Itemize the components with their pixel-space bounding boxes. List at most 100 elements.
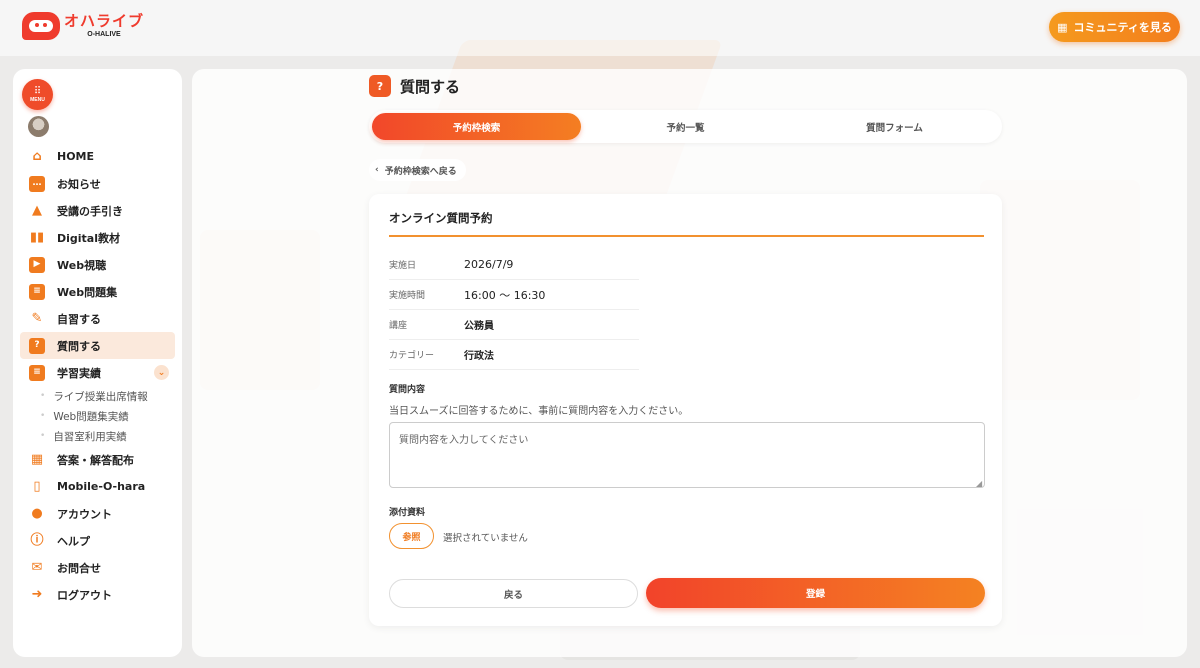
- back-button[interactable]: 戻る: [389, 579, 638, 608]
- user-icon: ●: [31, 506, 43, 521]
- mail-icon: ✉: [31, 560, 43, 575]
- graduation-cap-icon: ▲: [32, 203, 42, 218]
- page-header: ? 質問する: [369, 75, 460, 97]
- sidebar-item-web-problems[interactable]: ≡ Web問題集: [20, 278, 175, 305]
- sidebar-item-label: 質問する: [57, 339, 101, 353]
- resize-handle-icon[interactable]: ◢: [976, 479, 982, 488]
- learning-record-submenu: ライブ授業出席情報 Web問題集実績 自習室利用実績: [20, 386, 175, 446]
- sidebar-item-label: 自習する: [57, 312, 101, 326]
- info-icon: ⓘ: [30, 533, 44, 548]
- logout-icon: ➜: [31, 587, 43, 602]
- chat-bubble-icon: …: [29, 175, 45, 192]
- browse-file-button[interactable]: 参照: [389, 523, 434, 549]
- info-label: 実施日: [389, 261, 417, 271]
- sidebar-item-ask-question[interactable]: ? 質問する: [20, 332, 175, 359]
- reservation-card: オンライン質問予約 実施日 2026/7/9 実施時間 16:00 ～ 16:3…: [369, 194, 1002, 626]
- sidebar-item-digital-materials[interactable]: ▮▮ Digital教材: [20, 224, 175, 251]
- tab-bar: 予約枠検索 予約一覧 質問フォーム: [369, 110, 1002, 143]
- community-button-label: コミュニティを見る: [1073, 21, 1172, 34]
- info-label: カテゴリー: [389, 351, 435, 361]
- grid-icon: ▦: [30, 452, 44, 467]
- menu-button[interactable]: ⠿ MENU: [22, 79, 53, 110]
- tab-question-form[interactable]: 質問フォーム: [790, 113, 999, 140]
- sidebar-item-news[interactable]: … お知らせ: [20, 170, 175, 197]
- sidebar-item-label: 受講の手引き: [57, 204, 123, 218]
- sidebar-item-label: お問合せ: [57, 561, 101, 575]
- submit-button[interactable]: 登録: [646, 578, 985, 608]
- back-link-label: 予約枠検索へ戻る: [384, 166, 457, 177]
- sidebar-item-account[interactable]: ● アカウント: [20, 500, 175, 527]
- info-row-date: 実施日 2026/7/9: [389, 250, 639, 280]
- logo[interactable]: オハライブ O-HALIVE: [22, 12, 144, 40]
- sidebar-item-learning-record[interactable]: ≡ 学習実績 ⌄: [20, 359, 175, 386]
- info-label: 講座: [389, 321, 408, 331]
- question-textarea[interactable]: [389, 422, 985, 488]
- tab-slot-search[interactable]: 予約枠検索: [372, 113, 581, 140]
- smartphone-icon: ▯: [33, 479, 41, 494]
- tab-reservation-list[interactable]: 予約一覧: [581, 113, 790, 140]
- sidebar-item-label: ログアウト: [57, 588, 112, 602]
- top-bar: オハライブ O-HALIVE ▦ コミュニティを見る: [0, 0, 1200, 56]
- page-title: 質問する: [400, 77, 461, 96]
- sidebar-item-label: 学習実績: [57, 366, 101, 380]
- question-icon: ?: [29, 337, 45, 354]
- home-icon: ⌂: [32, 149, 42, 164]
- info-row-category: カテゴリー 行政法: [389, 340, 639, 370]
- attachment-label: 添付資料: [389, 508, 426, 518]
- community-button[interactable]: ▦ コミュニティを見る: [1049, 12, 1180, 42]
- question-bubble-icon: ?: [369, 75, 391, 97]
- sidebar: ⠿ MENU ⌂ HOME … お知らせ ▲ 受講の手引き ▮▮ Digital…: [13, 69, 182, 657]
- info-row-course: 講座 公務員: [389, 310, 639, 340]
- info-value: 16:00 ～ 16:30: [464, 288, 546, 302]
- menu-grid-icon: ⠿: [33, 85, 42, 97]
- menu-label: MENU: [30, 96, 45, 103]
- info-row-time: 実施時間 16:00 ～ 16:30: [389, 280, 639, 310]
- book-open-icon: ▮▮: [29, 230, 45, 245]
- sidebar-item-label: 答案・解答配布: [57, 453, 134, 467]
- sidebar-item-label: Mobile-O-hara: [57, 480, 146, 493]
- subitem-live-attendance[interactable]: ライブ授業出席情報: [40, 386, 175, 406]
- community-icon: ▦: [1057, 20, 1068, 34]
- sidebar-item-mobile[interactable]: ▯ Mobile-O-hara: [20, 473, 175, 500]
- subitem-study-room-record[interactable]: 自習室利用実績: [40, 426, 175, 446]
- logo-text-jp: オハライブ: [64, 12, 145, 30]
- divider: [389, 235, 984, 237]
- logo-mascot-icon: [22, 12, 60, 40]
- sidebar-item-label: Web問題集: [57, 285, 118, 299]
- sidebar-item-label: お知らせ: [57, 177, 101, 191]
- card-title: オンライン質問予約: [389, 211, 493, 225]
- sidebar-item-guide[interactable]: ▲ 受講の手引き: [20, 197, 175, 224]
- subitem-web-problem-record[interactable]: Web問題集実績: [40, 406, 175, 426]
- sidebar-nav: ⌂ HOME … お知らせ ▲ 受講の手引き ▮▮ Digital教材 ▶ We…: [20, 143, 175, 608]
- chevron-left-icon: ‹: [375, 165, 379, 175]
- pencil-icon: ✎: [31, 311, 43, 326]
- document-icon: ≡: [29, 283, 45, 300]
- reservation-info: 実施日 2026/7/9 実施時間 16:00 ～ 16:30 講座 公務員 カ…: [389, 250, 639, 370]
- back-to-search-link[interactable]: ‹ 予約枠検索へ戻る: [369, 159, 466, 181]
- info-value: 2026/7/9: [464, 258, 514, 271]
- question-help-text: 当日スムーズに回答するために、事前に質問内容を入力ください。: [389, 406, 689, 417]
- question-label: 質問内容: [389, 385, 426, 395]
- sidebar-item-label: HOME: [57, 150, 95, 163]
- sidebar-item-help[interactable]: ⓘ ヘルプ: [20, 527, 175, 554]
- info-value: 行政法: [464, 351, 494, 362]
- main-panel: ? 質問する 予約枠検索 予約一覧 質問フォーム ‹ 予約枠検索へ戻る オンライ…: [192, 69, 1187, 657]
- chevron-down-icon[interactable]: ⌄: [154, 365, 169, 380]
- sidebar-item-answer-distribution[interactable]: ▦ 答案・解答配布: [20, 446, 175, 473]
- monitor-play-icon: ▶: [29, 256, 45, 273]
- sidebar-item-home[interactable]: ⌂ HOME: [20, 143, 175, 170]
- logo-text-en: O-HALIVE: [87, 31, 121, 38]
- info-value: 公務員: [464, 321, 494, 332]
- sidebar-item-web-viewing[interactable]: ▶ Web視聴: [20, 251, 175, 278]
- sidebar-item-logout[interactable]: ➜ ログアウト: [20, 581, 175, 608]
- sidebar-item-label: Web視聴: [57, 258, 107, 272]
- sidebar-item-label: ヘルプ: [57, 534, 90, 548]
- avatar[interactable]: [28, 116, 49, 137]
- sidebar-item-label: アカウント: [57, 507, 112, 521]
- sidebar-item-self-study[interactable]: ✎ 自習する: [20, 305, 175, 332]
- info-label: 実施時間: [389, 291, 426, 301]
- sidebar-item-contact[interactable]: ✉ お問合せ: [20, 554, 175, 581]
- sidebar-item-label: Digital教材: [57, 231, 120, 245]
- file-status-text: 選択されていません: [443, 533, 528, 544]
- presentation-icon: ≡: [29, 364, 45, 381]
